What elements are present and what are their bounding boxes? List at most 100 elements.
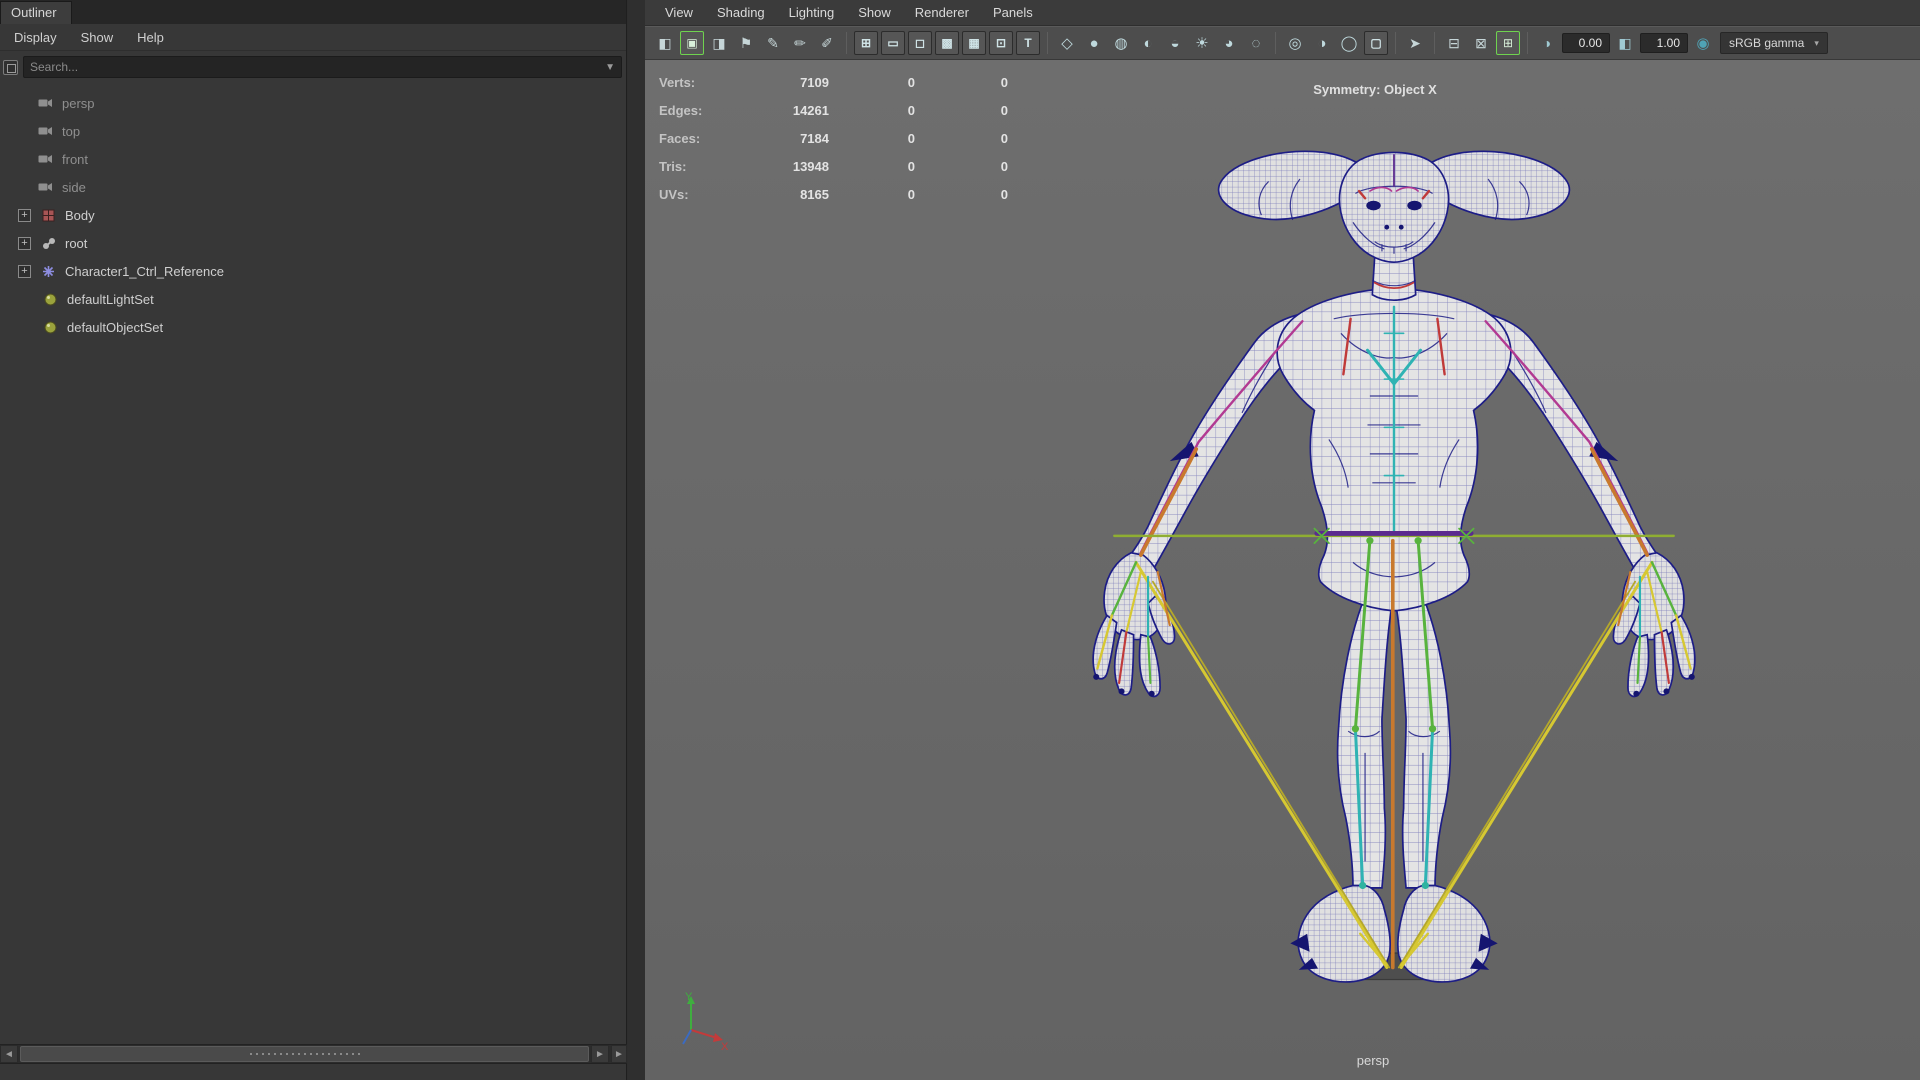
hud-value-3: 0	[1000, 74, 1008, 90]
gate-mask-icon[interactable]: ▩	[935, 31, 959, 55]
use-default-material-icon[interactable]: ◒	[1163, 31, 1187, 55]
outliner-search-input[interactable]: Search... ▼	[23, 56, 622, 78]
motion-blur-icon[interactable]: ◌	[1244, 31, 1268, 55]
hud-label: Tris:	[659, 158, 687, 174]
outliner-item-label: defaultLightSet	[67, 291, 154, 307]
character-head	[1338, 151, 1450, 264]
search-dropdown-icon[interactable]: ▼	[605, 62, 615, 73]
ambient-occlusion-icon[interactable]: ◕	[1217, 31, 1241, 55]
viewport-renderer-icon[interactable]: ▢	[1364, 31, 1388, 55]
two-sided-lighting-icon[interactable]: ◑	[1310, 31, 1334, 55]
smooth-shade-icon[interactable]: ●	[1082, 31, 1106, 55]
scroll-left-icon[interactable]: ◄	[0, 1045, 18, 1063]
viewport-canvas[interactable]: Verts: 7109 0 0 Edges: 14261 0 0 Faces: 7184 0 0 Tri…	[645, 60, 1920, 1080]
grease-pencil-frames-icon[interactable]: ✏	[788, 31, 812, 55]
bookmark-icon[interactable]: ⚑	[734, 31, 758, 55]
axis-y-label: Y	[685, 991, 693, 1003]
hud-value-3: 0	[1000, 130, 1008, 146]
outliner-item-label: root	[65, 235, 88, 251]
field-chart-icon[interactable]: ▦	[962, 31, 986, 55]
grease-pencil-icon[interactable]: ✎	[761, 31, 785, 55]
gamma-icon[interactable]: ◧	[1613, 31, 1637, 55]
wireframe-icon[interactable]: ◇	[1055, 31, 1079, 55]
resolution-gate-icon[interactable]: ◻	[908, 31, 932, 55]
viewport-menu-show[interactable]: Show	[846, 1, 903, 24]
outliner-hscrollbar[interactable]: ◄ ► ►	[0, 1044, 627, 1064]
film-gate-icon[interactable]: ▭	[881, 31, 905, 55]
view-axis-indicator: Y X	[682, 991, 729, 1053]
hud-value-2: 0	[907, 158, 915, 174]
multi-pane-icon[interactable]: ⊞	[1496, 31, 1520, 55]
safe-title-icon[interactable]: T	[1016, 31, 1040, 55]
hud-value-3: 0	[1000, 102, 1008, 118]
rig-overlay	[1096, 281, 1692, 970]
viewport-menu-shading[interactable]: Shading	[705, 1, 777, 24]
colorspace-dropdown[interactable]: sRGB gamma ▾	[1720, 32, 1828, 54]
expand-toggle-icon[interactable]: +	[18, 264, 31, 278]
camera-icon	[37, 152, 54, 167]
outliner-item-defaultObjectSet[interactable]: defaultObjectSet	[0, 313, 626, 341]
outliner-item-label: front	[62, 151, 89, 167]
gamma-field[interactable]: 1.00	[1640, 33, 1688, 53]
outliner-item-side[interactable]: side	[0, 173, 626, 201]
color-management-icon[interactable]: ◉	[1691, 31, 1715, 55]
outliner-menu-display[interactable]: Display	[2, 26, 69, 49]
outliner-item-label: defaultObjectSet	[67, 319, 164, 335]
viewport-menu-view[interactable]: View	[653, 1, 705, 24]
camera-icon	[37, 96, 54, 111]
exposure-icon[interactable]: ◑	[1535, 31, 1559, 55]
expand-toggle-icon[interactable]: +	[18, 236, 31, 250]
outliner-item-label: top	[62, 123, 81, 139]
wireframe-on-shaded-icon[interactable]: ◍	[1109, 31, 1133, 55]
textured-icon[interactable]: ◐	[1136, 31, 1160, 55]
outliner-item-root[interactable]: + root	[0, 229, 626, 257]
tear-off-copy-icon[interactable]: ⊟	[1442, 31, 1466, 55]
outliner-tree: persp top front side + Body + root + Character1_C…	[0, 83, 626, 341]
shadows-icon[interactable]: ☀	[1190, 31, 1214, 55]
outliner-item-top[interactable]: top	[0, 117, 626, 145]
exposure-field[interactable]: 0.00	[1562, 33, 1610, 53]
outliner-menu-show[interactable]: Show	[69, 26, 126, 49]
outliner-menu-help[interactable]: Help	[125, 26, 176, 49]
panel-corner-arrow-icon[interactable]: ►	[611, 1045, 627, 1063]
outliner-item-persp[interactable]: persp	[0, 89, 626, 117]
lights-icon[interactable]: ◎	[1283, 31, 1307, 55]
safe-action-icon[interactable]: ⊡	[989, 31, 1013, 55]
outliner-item-front[interactable]: front	[0, 145, 626, 173]
outliner-menubar: Display Show Help	[0, 24, 626, 51]
scroll-right-icon[interactable]: ►	[591, 1045, 609, 1063]
scroll-thumb[interactable]	[20, 1046, 589, 1062]
texture-placement-icon[interactable]: ◯	[1337, 31, 1361, 55]
chevron-down-icon: ▾	[1814, 37, 1819, 48]
filter-icon[interactable]	[3, 59, 18, 75]
choose-camera-icon[interactable]: ◧	[653, 31, 677, 55]
hud-label: UVs:	[659, 186, 689, 202]
grease-pencil-settings-icon[interactable]: ✐	[815, 31, 839, 55]
symmetry-hud: Symmetry: Object X	[1313, 82, 1437, 97]
character-wireframe[interactable]	[1080, 138, 1708, 994]
viewport-menu-renderer[interactable]: Renderer	[903, 1, 981, 24]
outliner-tab[interactable]: Outliner	[0, 1, 72, 24]
toolbar-separator	[1434, 32, 1435, 54]
outliner-item-Character1_Ctrl_Reference[interactable]: + Character1_Ctrl_Reference	[0, 257, 626, 285]
panel-splitter[interactable]	[628, 0, 645, 1080]
hud-row: Verts: 7109 0 0	[659, 68, 1008, 96]
camera-attributes-icon[interactable]: ◨	[707, 31, 731, 55]
camera-highlight-icon[interactable]: ▣	[680, 31, 704, 55]
outliner-item-defaultLightSet[interactable]: defaultLightSet	[0, 285, 626, 313]
viewport-menu-lighting[interactable]: Lighting	[777, 1, 847, 24]
outliner-item-Body[interactable]: + Body	[0, 201, 626, 229]
colorspace-dropdown-value: sRGB gamma	[1729, 36, 1805, 50]
camera-icon	[37, 180, 54, 195]
toolbar-separator	[1047, 32, 1048, 54]
tear-off-icon[interactable]: ⊠	[1469, 31, 1493, 55]
hud-value-2: 0	[907, 186, 915, 202]
toolbar-separator	[1527, 32, 1528, 54]
viewport-menu-panels[interactable]: Panels	[981, 1, 1045, 24]
outliner-search-row: Search... ▼	[0, 51, 626, 83]
viewport-toolbar: ◧ ▣ ◨ ⚑ ✎ ✏ ✐ ⊞ ▭ ◻ ▩ ▦ ⊡ T ◇ ● ◍ ◐ ◒ ☀ ◕ ◌ ◎ ◑ ◯ ▢ ➤ ⊟ ⊠ ⊞ ◑ 0.00 ◧ 1.00…	[645, 26, 1920, 60]
select-tool-icon[interactable]: ➤	[1403, 31, 1427, 55]
expand-toggle-icon[interactable]: +	[18, 208, 31, 222]
axis-x-label: X	[721, 1041, 729, 1053]
grid-icon[interactable]: ⊞	[854, 31, 878, 55]
